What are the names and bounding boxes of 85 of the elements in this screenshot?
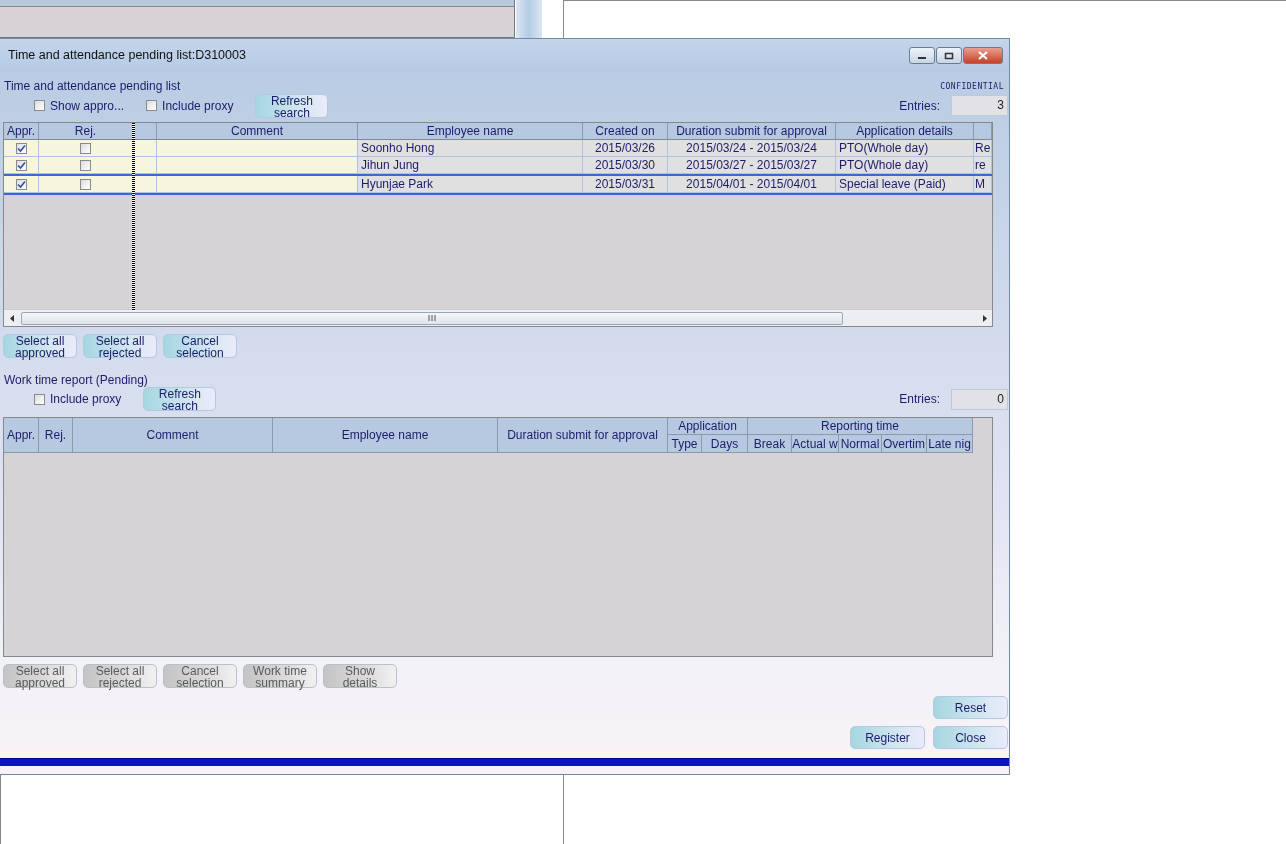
column-header[interactable]: Type	[668, 435, 702, 453]
checkbox[interactable]	[15, 159, 27, 171]
close-icon[interactable]	[963, 47, 1003, 64]
column-header[interactable]: Break	[748, 435, 792, 453]
column-header[interactable]: Rej.	[39, 123, 133, 140]
table-cell: Soonho Hong	[358, 140, 583, 157]
checkbox[interactable]	[80, 142, 91, 154]
checkbox[interactable]	[34, 393, 45, 405]
confidential-label: CONFIDENTIAL	[940, 81, 1004, 91]
checkbox[interactable]	[146, 100, 158, 111]
maximize-icon[interactable]	[936, 47, 962, 64]
column-header[interactable]: Late nig	[927, 435, 973, 453]
left-arrow-icon[interactable]	[9, 314, 15, 322]
column-header[interactable]: Overtim	[882, 435, 927, 453]
comment-cell[interactable]	[157, 157, 358, 174]
table-cell: PTO(Whole day)	[836, 140, 974, 157]
scrollbar-thumb[interactable]	[21, 311, 843, 325]
splitter-handle[interactable]	[132, 123, 135, 311]
refresh-search-button[interactable]: Refresh search	[143, 387, 217, 411]
table-row[interactable]: Hyunjae Park 2015/03/31 2015/04/01 - 2015/04/01 Special leave (Paid) M	[4, 174, 992, 195]
column-header	[133, 123, 157, 140]
column-header[interactable]: Employee name	[273, 418, 498, 453]
right-arrow-icon[interactable]	[981, 314, 987, 322]
table-cell: Jihun Jung	[358, 157, 583, 174]
grip-icon	[428, 315, 436, 321]
checkbox[interactable]	[80, 178, 91, 190]
table-cell	[133, 140, 157, 157]
table-cell: re	[974, 157, 992, 174]
table-cell: Re	[974, 140, 992, 157]
comment-cell[interactable]	[157, 140, 358, 157]
window-title: Time and attendance pending list:D310003	[8, 48, 247, 62]
reset-button[interactable]: Reset	[933, 696, 1008, 719]
column-header[interactable]: Actual w	[792, 435, 839, 453]
section-heading: Work time report (Pending)	[4, 373, 148, 387]
checkbox[interactable]	[80, 159, 91, 171]
table-cell	[133, 157, 157, 174]
checkbox[interactable]	[15, 142, 27, 154]
checkbox[interactable]	[34, 100, 45, 111]
checkbox-label: Include proxy	[162, 98, 234, 113]
column-header[interactable]: Comment	[157, 123, 358, 140]
register-button[interactable]: Register	[850, 726, 925, 749]
column-header[interactable]: Created on	[583, 123, 668, 140]
comment-cell[interactable]	[157, 176, 358, 193]
column-header	[974, 123, 992, 140]
checkbox[interactable]	[15, 178, 27, 190]
close-button[interactable]: Close	[933, 726, 1008, 749]
column-header[interactable]: Rej.	[39, 418, 73, 453]
table-row[interactable]: Soonho Hong 2015/03/26 2015/03/24 - 2015/03/24 PTO(Whole day) Re	[4, 140, 992, 157]
column-header[interactable]: Duration submit for approval	[498, 418, 668, 453]
table-cell: 2015/03/31	[583, 176, 668, 193]
column-group-header: Reporting time	[748, 418, 973, 435]
column-header[interactable]: Appr.	[4, 418, 39, 453]
entries-field: 3	[951, 95, 1008, 116]
table-cell	[133, 176, 157, 193]
table-cell: 2015/04/01 - 2015/04/01	[668, 176, 836, 193]
table-cell: 2015/03/30	[583, 157, 668, 174]
action-button[interactable]: Cancel selection	[163, 334, 237, 358]
window-frame	[516, 0, 542, 40]
column-header[interactable]: Normal	[839, 435, 882, 453]
entries-label: Entries:	[899, 392, 940, 406]
minimize-icon[interactable]	[909, 47, 935, 64]
column-group-header: Application	[668, 418, 748, 435]
refresh-search-button[interactable]: Refresh search	[255, 93, 329, 118]
table-cell: 2015/03/24 - 2015/03/24	[668, 140, 836, 157]
checkbox-label: Show appro...	[50, 98, 125, 113]
column-header[interactable]: Employee name	[358, 123, 583, 140]
table-cell: PTO(Whole day)	[836, 157, 974, 174]
entries-label: Entries:	[899, 98, 940, 113]
action-button[interactable]: Select all approved	[3, 334, 77, 358]
table-cell: 2015/03/26	[583, 140, 668, 157]
table-cell: 2015/03/27 - 2015/03/27	[668, 157, 836, 174]
action-button[interactable]: Select all rejected	[83, 334, 157, 358]
table-row[interactable]: Jihun Jung 2015/03/30 2015/03/27 - 2015/03/27 PTO(Whole day) re	[4, 157, 992, 174]
column-header[interactable]: Duration submit for approval	[668, 123, 836, 140]
entries-field: 0	[951, 388, 1008, 410]
horizontal-scrollbar[interactable]	[4, 309, 992, 326]
checkbox-label: Include proxy	[50, 392, 122, 406]
table-cell: Special leave (Paid)	[836, 176, 974, 193]
table-cell: M	[974, 176, 992, 193]
column-header[interactable]: Days	[702, 435, 748, 453]
column-header[interactable]: Appr.	[4, 123, 39, 140]
table-cell: Hyunjae Park	[358, 176, 583, 193]
section-heading: Time and attendance pending list	[4, 79, 181, 93]
column-header[interactable]: Application details	[836, 123, 974, 140]
column-header[interactable]: Comment	[73, 418, 273, 453]
